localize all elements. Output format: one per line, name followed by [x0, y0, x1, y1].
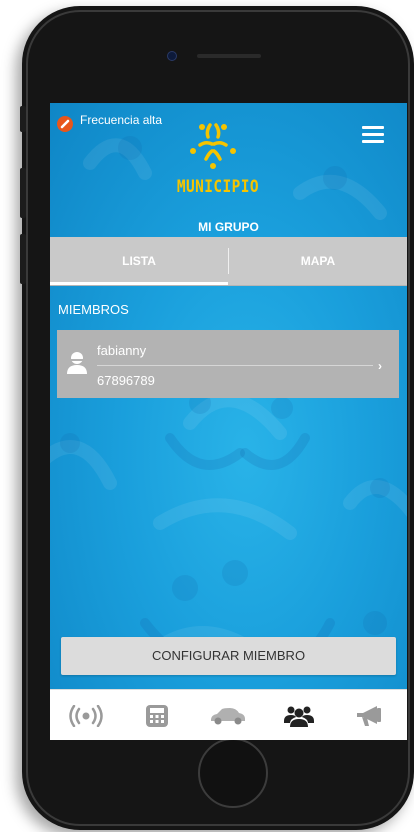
frequency-label: Frecuencia alta [80, 113, 163, 127]
nav-item-group[interactable] [263, 690, 334, 740]
broadcast-icon [68, 704, 103, 727]
group-icon [283, 706, 314, 727]
page-title: MI GRUPO [198, 220, 259, 234]
user-avatar-icon [67, 352, 87, 374]
member-separator [97, 365, 373, 366]
nav-item-vehicle[interactable] [192, 690, 263, 740]
megaphone-icon [356, 705, 381, 726]
active-tab-indicator [50, 282, 228, 285]
calculator-icon [145, 704, 168, 727]
tab-mapa[interactable]: MAPA [229, 237, 407, 285]
app-screen: Frecuencia alta MUNICIPIO MI GRUPO LISTA… [50, 103, 407, 740]
nav-item-broadcast[interactable] [50, 690, 121, 740]
front-camera [167, 51, 177, 61]
signal-pin-icon [57, 116, 73, 132]
car-icon [210, 707, 245, 724]
members-section-title: MIEMBROS [58, 302, 129, 317]
member-list-item[interactable]: fabianny 67896789 › [57, 330, 399, 398]
member-phone: 67896789 [97, 373, 155, 388]
tab-bar: LISTA MAPA [50, 237, 407, 286]
chevron-right-icon: › [378, 359, 382, 373]
hamburger-menu-icon[interactable] [362, 126, 384, 143]
brand-name: MUNICIPIO [176, 177, 260, 197]
member-name: fabianny [97, 343, 147, 358]
bottom-nav [50, 689, 407, 740]
nav-item-alerts[interactable] [334, 690, 405, 740]
configure-member-button[interactable]: CONFIGURAR MIEMBRO [61, 637, 396, 675]
municipio-logo-icon [190, 123, 236, 169]
tab-lista[interactable]: LISTA [50, 237, 228, 285]
home-button[interactable] [198, 738, 268, 808]
mute-switch [20, 106, 26, 132]
earpiece-speaker [197, 54, 261, 58]
volume-down-button [20, 234, 26, 284]
nav-item-calculator[interactable] [121, 690, 192, 740]
volume-up-button [20, 168, 26, 218]
